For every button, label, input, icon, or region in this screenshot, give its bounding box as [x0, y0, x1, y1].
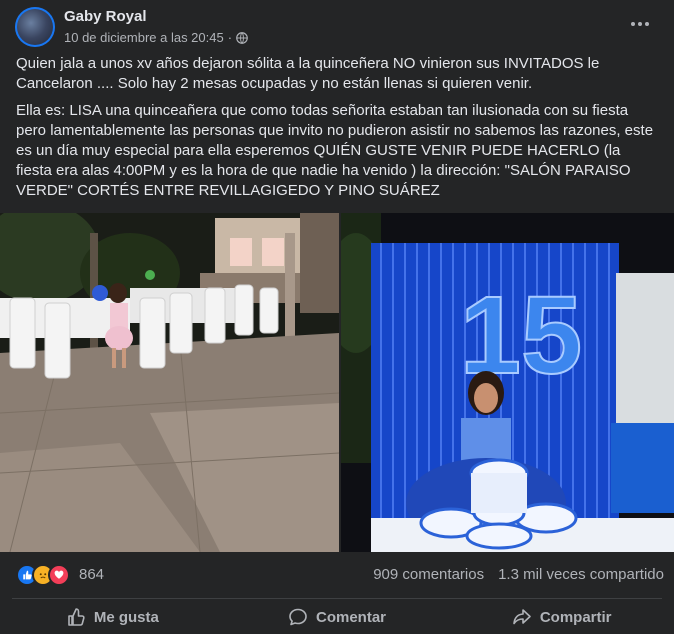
like-button-label: Me gusta: [93, 608, 159, 626]
share-button[interactable]: Compartir: [449, 600, 674, 634]
author-avatar[interactable]: [15, 7, 55, 47]
comment-button[interactable]: Comentar: [225, 600, 450, 634]
thumbs-up-icon: [68, 608, 85, 626]
post-text-paragraph-2: Ella es: LISA una quinceañera que como t…: [16, 102, 654, 199]
like-button[interactable]: Me gusta: [0, 600, 225, 634]
more-options-icon[interactable]: [626, 14, 654, 34]
post-timestamp[interactable]: 10 de diciembre a las 20:45: [64, 30, 224, 45]
meta-separator: ·: [227, 30, 233, 45]
reactions-bar: 864 909 comentarios 1.3 mil veces compar…: [0, 553, 674, 597]
photo-empty-hall[interactable]: [0, 213, 339, 552]
post-photos: 15: [0, 213, 674, 552]
post-header: Gaby Royal 10 de diciembre a las 20:45 ·: [0, 0, 674, 52]
share-button-label: Compartir: [539, 608, 612, 626]
post-text-paragraph-1: Quien jala a unos xv años dejaron sólita…: [16, 55, 600, 92]
reaction-icons[interactable]: [16, 564, 70, 586]
author-name[interactable]: Gaby Royal: [64, 8, 147, 25]
reaction-count[interactable]: 864: [79, 566, 104, 583]
comments-count[interactable]: 909 comentarios: [373, 566, 484, 583]
comment-icon: [289, 608, 307, 626]
comment-button-label: Comentar: [316, 608, 387, 626]
photo-quinceanera[interactable]: 15: [341, 213, 674, 552]
globe-icon: [236, 31, 248, 44]
actions-divider: [12, 598, 662, 599]
post-stats: 909 comentarios 1.3 mil veces compartido: [373, 566, 664, 583]
share-icon: [513, 609, 531, 625]
shares-count[interactable]: 1.3 mil veces compartido: [498, 566, 664, 583]
post-meta: 10 de diciembre a las 20:45 ·: [64, 30, 248, 45]
post-actions: Me gusta Comentar Compartir: [0, 600, 674, 634]
love-icon: [48, 564, 70, 586]
